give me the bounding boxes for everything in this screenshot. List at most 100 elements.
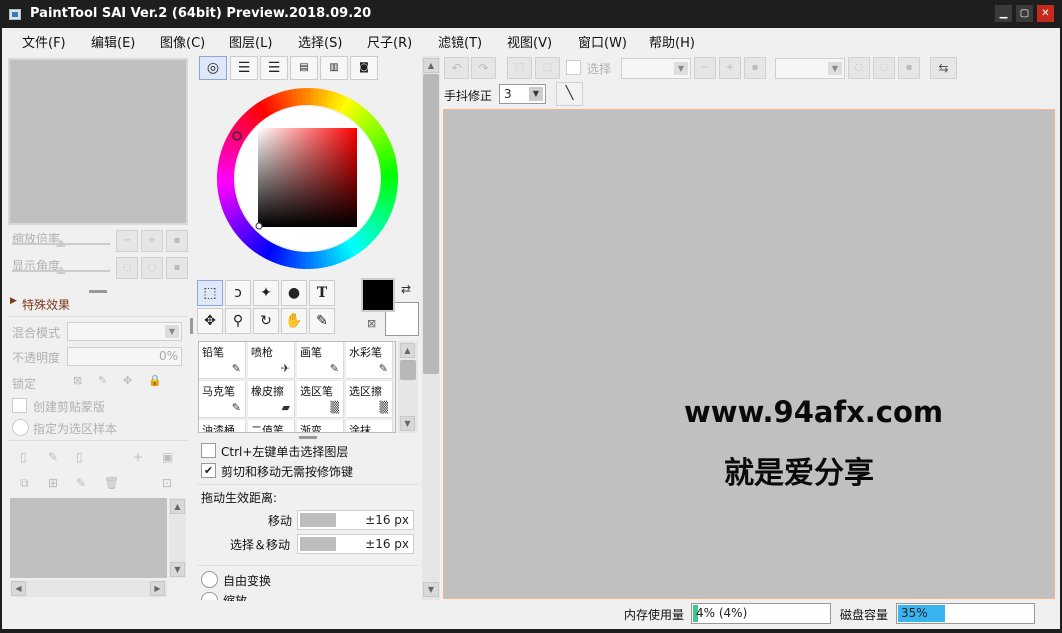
scroll-up-arrow-icon[interactable]: ▲ — [400, 343, 415, 358]
brush-watercolor[interactable]: 水彩笔 ✎ — [346, 342, 393, 379]
brush-marker[interactable]: 马克笔 ✎ — [199, 381, 246, 418]
brush-selection-eraser[interactable]: 选区擦 ▒ — [346, 381, 393, 418]
menu-image[interactable]: 图像(C) — [160, 32, 205, 51]
hand-tool-icon[interactable]: ✋ — [281, 308, 307, 334]
scroll-left-arrow-icon[interactable]: ◀ — [11, 581, 26, 596]
toolbar-rotate-reset-button[interactable]: ▪ — [898, 57, 920, 79]
toolbar-zoom-reset-button[interactable]: ▪ — [744, 57, 766, 79]
rotate-tool-icon[interactable]: ↻ — [253, 308, 279, 334]
deselect-button[interactable]: ⬚ — [507, 57, 532, 79]
layer-mask-icon[interactable]: ▣ — [162, 450, 173, 464]
maximize-button[interactable]: ▢ — [1016, 5, 1033, 22]
scroll-down-arrow-icon[interactable]: ▼ — [170, 562, 185, 577]
brush-brush[interactable]: 画笔 ✎ — [297, 342, 344, 379]
zoom-reset-button[interactable]: ▪ — [166, 230, 188, 252]
scratchpad-tab-icon[interactable]: ◙ — [350, 56, 378, 80]
menu-edit[interactable]: 编辑(E) — [91, 32, 135, 51]
rotate-left-button[interactable]: ◌ — [116, 257, 138, 279]
navigator-preview[interactable] — [8, 58, 188, 225]
toolbar-rotate-right-button[interactable]: ◌ — [873, 57, 895, 79]
invert-selection-button[interactable]: ⬚ — [535, 57, 560, 79]
rgb-slider-tab-icon[interactable]: ☰ — [230, 56, 258, 80]
lock-all-icon[interactable]: 🔒 — [148, 374, 162, 387]
zoom-slider-handle[interactable] — [56, 239, 66, 247]
brush-pencil[interactable]: 铅笔 ✎ — [199, 342, 246, 379]
layer-options-icon[interactable]: ⊡ — [162, 476, 172, 490]
color-wheel-tab-icon[interactable]: ◎ — [199, 56, 227, 80]
clip-mask-checkbox[interactable] — [12, 398, 27, 413]
rect-select-tool-icon[interactable]: ⬚ — [197, 280, 223, 306]
show-selection-checkbox[interactable] — [566, 60, 581, 75]
scroll-up-arrow-icon[interactable]: ▲ — [170, 499, 185, 514]
scroll-down-arrow-icon[interactable]: ▼ — [400, 416, 415, 431]
shape-tool-icon[interactable]: ● — [281, 280, 307, 306]
expand-arrow-icon[interactable]: ▶ — [10, 296, 17, 306]
brush-airbrush[interactable]: 喷枪 ✈ — [248, 342, 295, 379]
move-distance-input[interactable]: ±16 px — [297, 510, 414, 530]
primary-color-swatch[interactable] — [361, 278, 395, 312]
new-folder-icon[interactable]: ▯ — [76, 450, 83, 464]
flip-horizontal-button[interactable]: ⇆ — [930, 57, 957, 79]
stabilizer-select[interactable]: 3 ▼ — [499, 84, 546, 104]
cut-move-checkbox[interactable]: ✔ — [201, 463, 216, 478]
select-move-distance-input[interactable]: ±16 px — [297, 534, 414, 554]
lock-move-icon[interactable]: ✥ — [123, 374, 132, 387]
zoom-radio[interactable] — [201, 592, 218, 600]
ctrl-select-checkbox[interactable] — [201, 443, 216, 458]
canvas-area[interactable] — [443, 109, 1055, 599]
toolbar-zoom-in-button[interactable]: + — [719, 57, 741, 79]
close-button[interactable]: ✕ — [1037, 5, 1054, 22]
color-wheel[interactable] — [214, 85, 401, 272]
brush-selection-pen[interactable]: 选区笔 ▒ — [297, 381, 344, 418]
selection-source-checkbox[interactable] — [12, 419, 29, 436]
merge-down-icon[interactable]: ⊞ — [48, 476, 58, 490]
lasso-tool-icon[interactable]: ↄ — [225, 280, 251, 306]
redo-button[interactable]: ↷ — [471, 57, 496, 79]
new-layer-icon[interactable]: ▯ — [20, 450, 27, 464]
zoom-in-button[interactable]: + — [141, 230, 163, 252]
brush-scroll-thumb[interactable] — [400, 360, 416, 380]
brush-blur[interactable]: 涂抹 — [346, 420, 393, 432]
menu-file[interactable]: 文件(F) — [22, 32, 66, 51]
menu-select[interactable]: 选择(S) — [298, 32, 342, 51]
free-transform-radio[interactable] — [201, 571, 218, 588]
rotate-slider-handle[interactable] — [56, 266, 66, 274]
scroll-right-arrow-icon[interactable]: ▶ — [150, 581, 165, 596]
rotate-right-button[interactable]: ◌ — [141, 257, 163, 279]
panel-splitter[interactable] — [89, 290, 107, 293]
minimize-button[interactable]: ▁ — [995, 5, 1012, 22]
panel-splitter[interactable] — [299, 436, 317, 439]
color-mixer-tab-icon[interactable]: ▤ — [290, 56, 318, 80]
menu-view[interactable]: 视图(V) — [507, 32, 552, 51]
brush-binary[interactable]: 二值笔 — [248, 420, 295, 432]
opacity-input[interactable]: 0% — [67, 347, 182, 366]
lock-transparency-icon[interactable]: ⊠ — [73, 374, 82, 387]
lock-paint-icon[interactable]: ✎ — [98, 374, 107, 387]
undo-button[interactable]: ↶ — [444, 57, 469, 79]
scroll-down-arrow-icon[interactable]: ▼ — [423, 582, 439, 597]
color-marker[interactable] — [255, 222, 263, 230]
swap-colors-icon[interactable]: ⇄ — [401, 282, 411, 296]
left-panel-splitter[interactable] — [190, 318, 193, 334]
new-layer-set-icon[interactable]: ✎ — [48, 450, 58, 464]
swatches-tab-icon[interactable]: ▥ — [320, 56, 348, 80]
blend-mode-select[interactable]: ▼ — [67, 322, 182, 341]
hsv-slider-tab-icon[interactable]: ☰ — [260, 56, 288, 80]
menu-ruler[interactable]: 尺子(R) — [367, 32, 412, 51]
clear-layer-icon[interactable]: ✎ — [76, 476, 86, 490]
toolbar-zoom-out-button[interactable]: − — [694, 57, 716, 79]
move-tool-icon[interactable]: ✥ — [197, 308, 223, 334]
text-tool-icon[interactable]: T — [309, 280, 335, 306]
eyedropper-tool-icon[interactable]: ✎ — [309, 308, 335, 334]
toolbar-rotate-left-button[interactable]: ◌ — [848, 57, 870, 79]
layer-list-hscrollbar[interactable] — [10, 580, 167, 597]
zoom-level-select[interactable]: ▼ — [621, 58, 691, 79]
rotation-select[interactable]: ▼ — [775, 58, 845, 79]
brush-bucket[interactable]: 油漆桶 — [199, 420, 246, 432]
straight-line-button[interactable]: ╲ — [556, 82, 583, 106]
menu-layer[interactable]: 图层(L) — [229, 32, 272, 51]
tool-panel-scroll-thumb[interactable] — [423, 74, 439, 374]
layer-add-icon[interactable]: + — [133, 450, 143, 464]
brush-eraser[interactable]: 橡皮擦 ▰ — [248, 381, 295, 418]
effects-label[interactable]: 特殊效果 — [22, 296, 70, 313]
